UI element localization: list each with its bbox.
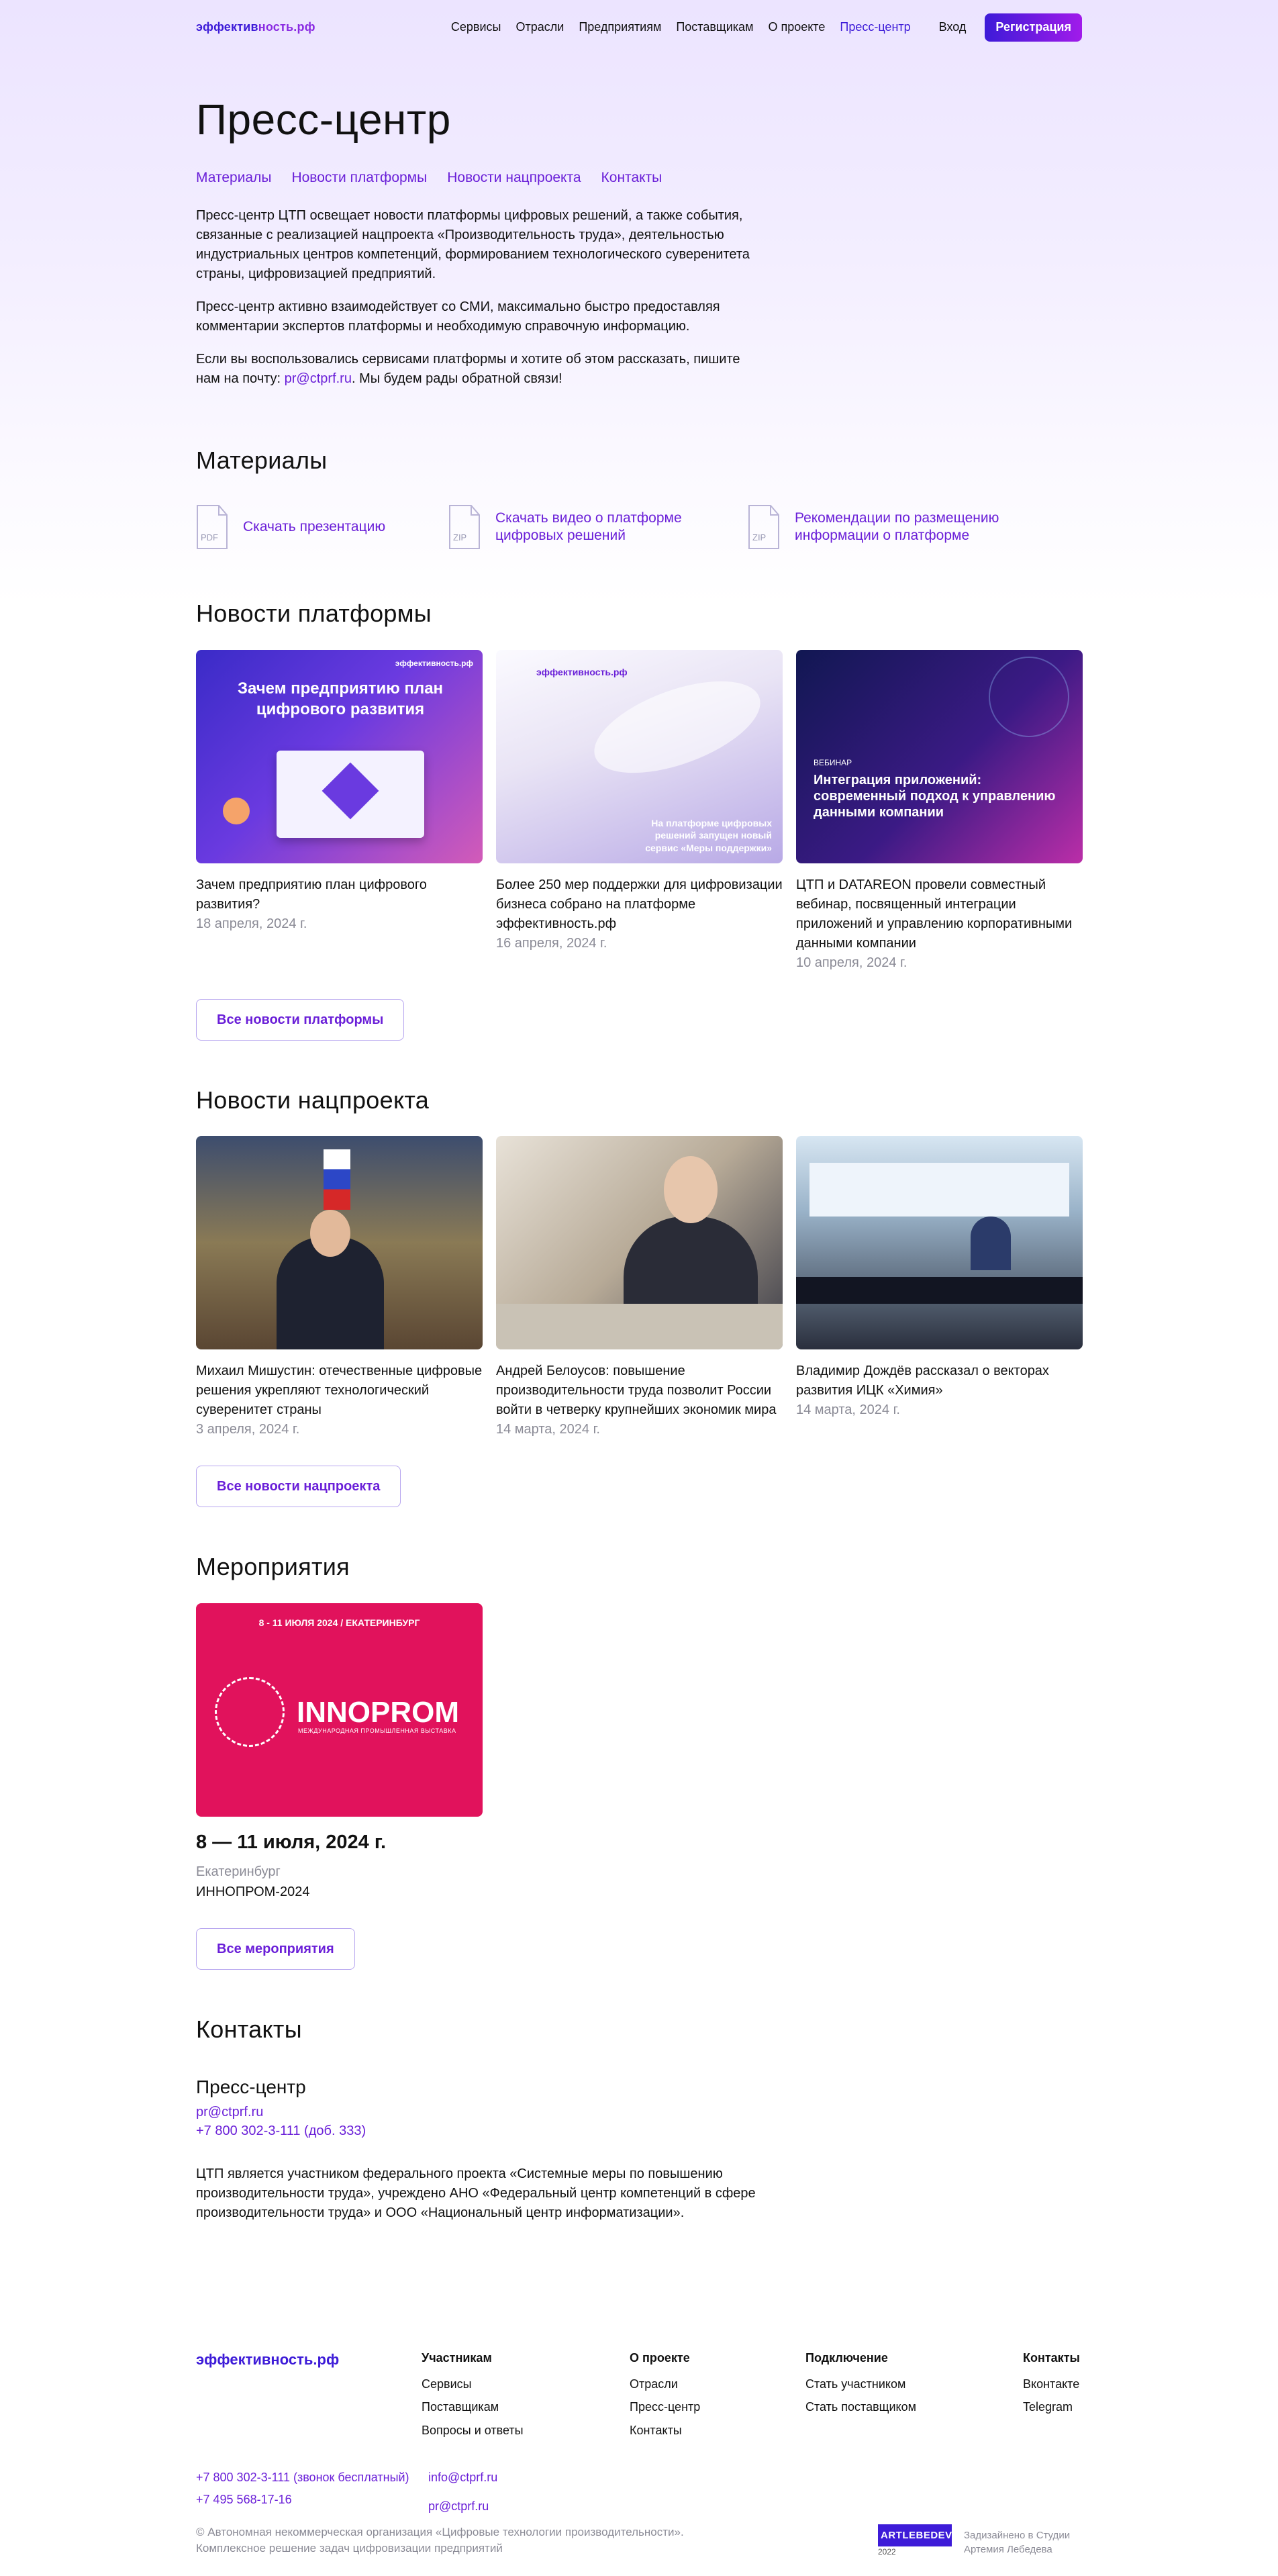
contacts-section: Контакты Пресс-центр pr@ctprf.ru +7 800 … bbox=[196, 2013, 1082, 2223]
news-date: 16 апреля, 2024 г. bbox=[496, 935, 607, 951]
footer-logo[interactable]: эффективность.рф bbox=[196, 2350, 422, 2445]
news-date: 3 апреля, 2024 г. bbox=[196, 1422, 300, 1437]
footer-link[interactable]: Поставщикам bbox=[422, 2399, 630, 2416]
login-link[interactable]: Вход bbox=[939, 19, 967, 36]
intro-text: Пресс-центр ЦТП освещает новости платфор… bbox=[196, 206, 760, 389]
news-title: Более 250 мер поддержки для цифровизации… bbox=[496, 877, 783, 931]
material-presentation[interactable]: PDF Скачать презентацию bbox=[196, 504, 448, 550]
footer-link[interactable]: Отрасли bbox=[630, 2376, 805, 2393]
header: эффективность.рф Сервисы Отрасли Предпри… bbox=[196, 0, 1082, 55]
pdf-file-icon: PDF bbox=[196, 504, 228, 550]
event-date: 8 — 11 июля, 2024 г. bbox=[196, 1831, 387, 1853]
platform-news-list: эффективность.рф Зачем предприятию план … bbox=[196, 649, 1083, 972]
news-card[interactable]: ВЕБИНАР Интеграция приложений: современн… bbox=[796, 649, 1083, 972]
contacts-note: ЦТП является участником федерального про… bbox=[196, 2166, 756, 2220]
footer-phone-link[interactable]: +7 495 568-17-16 bbox=[196, 2491, 428, 2508]
event-city: Екатеринбург bbox=[196, 1864, 281, 1880]
footer-column: Участникам Сервисы Поставщикам Вопросы и… bbox=[422, 2350, 630, 2445]
event-banner: 8 - 11 ИЮЛЯ 2024 / ЕКАТЕРИНБУРГ INNOPROM… bbox=[196, 1603, 483, 1817]
intro-paragraph: Если вы воспользовались сервисами платфо… bbox=[196, 351, 740, 386]
main-nav: Сервисы Отрасли Предприятиям Поставщикам… bbox=[451, 13, 1082, 42]
news-image: ВЕБИНАР Интеграция приложений: современн… bbox=[796, 649, 1083, 863]
contacts-heading: Контакты bbox=[196, 2015, 302, 2044]
press-email-link[interactable]: pr@ctprf.ru bbox=[285, 371, 352, 386]
news-date: 18 апреля, 2024 г. bbox=[196, 916, 307, 931]
news-card[interactable]: Михаил Мишустин: отечественные цифровые … bbox=[196, 1136, 483, 1439]
all-national-news-button[interactable]: Все новости нацпроекта bbox=[196, 1466, 401, 1508]
footer-link[interactable]: Стать поставщиком bbox=[805, 2399, 1023, 2416]
footer-link[interactable]: Контакты bbox=[630, 2422, 805, 2439]
news-card[interactable]: Владимир Дождёв рассказал о векторах раз… bbox=[796, 1136, 1083, 1439]
nav-about[interactable]: О проекте bbox=[768, 19, 825, 36]
news-date: 14 марта, 2024 г. bbox=[796, 1402, 900, 1418]
footer-link[interactable]: Вопросы и ответы bbox=[422, 2422, 630, 2439]
news-image bbox=[496, 1136, 783, 1350]
news-image: эффективность.рф На платформе цифровых р… bbox=[496, 649, 783, 863]
logo[interactable]: эффективность.рф bbox=[196, 19, 315, 36]
news-card[interactable]: Андрей Белоусов: повышение производитель… bbox=[496, 1136, 783, 1439]
material-video[interactable]: ZIP Скачать видео о платформе цифровых р… bbox=[448, 504, 748, 550]
event-name: ИННОПРОМ-2024 bbox=[196, 1885, 310, 1900]
subnav-materials[interactable]: Материалы bbox=[196, 168, 271, 187]
zip-file-icon: ZIP bbox=[448, 504, 481, 550]
event-card[interactable]: 8 - 11 ИЮЛЯ 2024 / ЕКАТЕРИНБУРГ INNOPROM… bbox=[196, 1603, 483, 1902]
all-events-button[interactable]: Все мероприятия bbox=[196, 1928, 355, 1970]
news-card[interactable]: эффективность.рф Зачем предприятию план … bbox=[196, 649, 483, 972]
nav-services[interactable]: Сервисы bbox=[451, 19, 501, 36]
footer-link[interactable]: Пресс-центр bbox=[630, 2399, 805, 2416]
materials-list: PDF Скачать презентацию ZIP Скачать виде… bbox=[196, 504, 1082, 550]
footer-link[interactable]: Сервисы bbox=[422, 2376, 630, 2393]
footer-email-link[interactable]: info@ctprf.ru bbox=[428, 2469, 497, 2486]
footer-column: Подключение Стать участником Стать поста… bbox=[805, 2350, 1023, 2445]
subnav-platform-news[interactable]: Новости платформы bbox=[291, 168, 427, 187]
news-date: 10 апреля, 2024 г. bbox=[796, 955, 907, 970]
studio-badge: ARTLEBEDEV bbox=[878, 2524, 952, 2547]
events-heading: Мероприятия bbox=[196, 1553, 350, 1581]
footer-link[interactable]: Стать участником bbox=[805, 2376, 1023, 2393]
contacts-phone-link[interactable]: +7 800 302-3-111 (доб. 333) bbox=[196, 2121, 1082, 2140]
platform-news-heading: Новости платформы bbox=[196, 600, 432, 628]
footer: эффективность.рф Участникам Сервисы Пост… bbox=[196, 2350, 1082, 2558]
national-news-heading: Новости нацпроекта bbox=[196, 1086, 430, 1114]
section-nav: Материалы Новости платформы Новости нацп… bbox=[196, 168, 1082, 187]
news-image: эффективность.рф Зачем предприятию план … bbox=[196, 649, 483, 863]
footer-link[interactable]: Telegram bbox=[1023, 2399, 1080, 2416]
footer-phone-link[interactable]: +7 800 302-3-111 (звонок бесплатный) bbox=[196, 2469, 428, 2486]
footer-link[interactable]: Вконтакте bbox=[1023, 2376, 1080, 2393]
page: эффективность.рф Сервисы Отрасли Предпри… bbox=[0, 0, 1278, 2576]
nav-enterprises[interactable]: Предприятиям bbox=[579, 19, 661, 36]
studio-year: 2022 bbox=[878, 2547, 896, 2557]
news-date: 14 марта, 2024 г. bbox=[496, 1422, 600, 1437]
subnav-contacts[interactable]: Контакты bbox=[601, 168, 662, 187]
nav-industries[interactable]: Отрасли bbox=[515, 19, 564, 36]
contacts-email-link[interactable]: pr@ctprf.ru bbox=[196, 2103, 1082, 2121]
zip-file-icon: ZIP bbox=[748, 504, 780, 550]
nav-press-center[interactable]: Пресс-центр bbox=[840, 19, 910, 36]
footer-email-link[interactable]: pr@ctprf.ru bbox=[428, 2498, 497, 2515]
intro-paragraph: Пресс-центр ЦТП освещает новости платфор… bbox=[196, 207, 750, 281]
news-image bbox=[796, 1136, 1083, 1350]
contacts-subheading: Пресс-центр bbox=[196, 2076, 306, 2097]
materials-heading: Материалы bbox=[196, 446, 328, 474]
footer-column: О проекте Отрасли Пресс-центр Контакты bbox=[630, 2350, 805, 2445]
subnav-national-news[interactable]: Новости нацпроекта bbox=[447, 168, 581, 187]
studio-credit[interactable]: ARTLEBEDEV 2022 Задизайнено в Студии Арт… bbox=[878, 2524, 1070, 2558]
intro-paragraph: Пресс-центр активно взаимодействует со С… bbox=[196, 299, 720, 334]
news-title: ЦТП и DATAREON провели совместный вебина… bbox=[796, 877, 1073, 951]
news-title: Зачем предприятию план цифрового развити… bbox=[196, 877, 427, 912]
news-image bbox=[196, 1136, 483, 1350]
register-button[interactable]: Регистрация bbox=[985, 13, 1082, 42]
copyright: © Автономная некоммерческая организация … bbox=[196, 2526, 684, 2539]
news-title: Михаил Мишустин: отечественные цифровые … bbox=[196, 1364, 483, 1418]
copyright: Комплексное решение задач цифровизации п… bbox=[196, 2541, 503, 2555]
news-title: Владимир Дождёв рассказал о векторах раз… bbox=[796, 1364, 1049, 1398]
news-title: Андрей Белоусов: повышение производитель… bbox=[496, 1364, 777, 1418]
material-guidelines[interactable]: ZIP Рекомендации по размещению информаци… bbox=[748, 504, 1016, 550]
page-title: Пресс-центр bbox=[196, 95, 451, 144]
all-platform-news-button[interactable]: Все новости платформы bbox=[196, 998, 405, 1041]
national-news-list: Михаил Мишустин: отечественные цифровые … bbox=[196, 1136, 1083, 1439]
footer-column: Контакты Вконтакте Telegram bbox=[1023, 2350, 1080, 2445]
news-card[interactable]: эффективность.рф На платформе цифровых р… bbox=[496, 649, 783, 972]
nav-suppliers[interactable]: Поставщикам bbox=[676, 19, 753, 36]
